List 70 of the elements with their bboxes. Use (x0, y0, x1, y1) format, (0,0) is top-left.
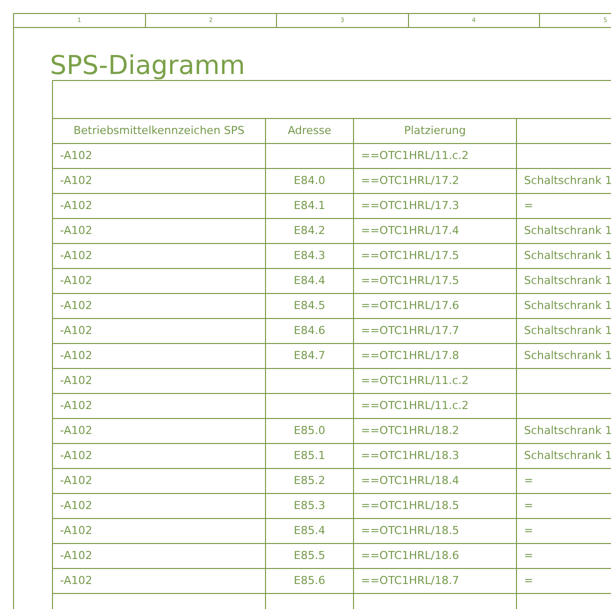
table-cell: Schaltschrank 1 (517, 419, 611, 444)
table-cell: -A102 (53, 219, 266, 244)
table-cell: E85.4 (266, 519, 354, 544)
table-cell: ==OTC1HRL/11.c.2 (354, 394, 517, 419)
table-cell: ==OTC1HRL/17.5 (354, 269, 517, 294)
table-cell: ==OTC1HRL/18.5 (354, 494, 517, 519)
table-cell: ==OTC1HRL/11.c.2 (354, 144, 517, 169)
table-cell: E85.2 (266, 469, 354, 494)
table-cell: -A102 (53, 394, 266, 419)
table-cell: Schaltschrank 1 (517, 244, 611, 269)
table-cell: Schaltschrank 1 (517, 169, 611, 194)
table-cell: -A102 (53, 419, 266, 444)
table-cell: -A102 (53, 444, 266, 469)
table-cell: E85.1 (266, 444, 354, 469)
table-cell: ==OTC1HRL/18.4 (354, 469, 517, 494)
column-header: Adresse (266, 119, 354, 144)
table-cell: ==OTC1HRL/11.c.2 (354, 369, 517, 394)
table-cell: Schaltschrank 1 (517, 444, 611, 469)
table-cell: ==OTC1HRL/17.2 (354, 169, 517, 194)
table-cell: E85.3 (266, 494, 354, 519)
table-cell: ==OTC1HRL/18.7 (354, 569, 517, 594)
table-cell: -A102 (53, 369, 266, 394)
table-cell: = (517, 469, 611, 494)
table-cell: E84.3 (266, 244, 354, 269)
table-cell: -A102 (53, 144, 266, 169)
table-cell: -A102 (53, 319, 266, 344)
table-cell: E84.5 (266, 294, 354, 319)
table-cell: E85.6 (266, 569, 354, 594)
column-header: Platzierung (354, 119, 517, 144)
table-cell: ==OTC1HRL/17.5 (354, 244, 517, 269)
table-cell: E84.0 (266, 169, 354, 194)
table-cell: E85.5 (266, 544, 354, 569)
table-cell: -A102 (53, 294, 266, 319)
table-cell: -A102 (53, 494, 266, 519)
table-cell: ==OTC1HRL/18.3 (354, 444, 517, 469)
table-cell: = (517, 194, 611, 219)
table-cell: ==OTC1HRL/17.3 (354, 194, 517, 219)
table-cell: Schaltschrank 1 (517, 344, 611, 369)
table-cell: E84.4 (266, 269, 354, 294)
table-cell: -A102 (53, 269, 266, 294)
table-cell: Schaltschrank 1 (517, 294, 611, 319)
table-cell: E84.2 (266, 219, 354, 244)
page-title: SPS-Diagramm (49, 50, 246, 80)
table-cell: -A102 (53, 244, 266, 269)
table-cell: ==OTC1HRL/17.8 (354, 344, 517, 369)
table-cell: -A102 (53, 194, 266, 219)
table-cell: E84.7 (266, 344, 354, 369)
table-cell: -A102 (53, 544, 266, 569)
table-cell: -A102 (53, 469, 266, 494)
table-cell: = (517, 569, 611, 594)
table-cell: Schaltschrank 1 (517, 319, 611, 344)
table-cell: ==OTC1HRL/17.7 (354, 319, 517, 344)
table-cell: ==OTC1HRL/17.6 (354, 294, 517, 319)
table-cell: ==OTC1HRL/18.6 (354, 544, 517, 569)
table-cell: E84.1 (266, 194, 354, 219)
table-cell: Schaltschrank 1 (517, 269, 611, 294)
table-cell: Schaltschrank 1 (517, 219, 611, 244)
table-cell: E85.0 (266, 419, 354, 444)
table-cell: = (517, 519, 611, 544)
table-cell: -A102 (53, 519, 266, 544)
table-cell: -A102 (53, 569, 266, 594)
column-header: Betriebsmittelkennzeichen SPS (53, 119, 266, 144)
table-cell: -A102 (53, 344, 266, 369)
table-cell: -A102 (53, 169, 266, 194)
table-cell: = (517, 494, 611, 519)
table-cell: E84.6 (266, 319, 354, 344)
table-cell: ==OTC1HRL/18.2 (354, 419, 517, 444)
table-cell: = (517, 544, 611, 569)
table-cell: ==OTC1HRL/18.5 (354, 519, 517, 544)
table-cell: ==OTC1HRL/17.4 (354, 219, 517, 244)
